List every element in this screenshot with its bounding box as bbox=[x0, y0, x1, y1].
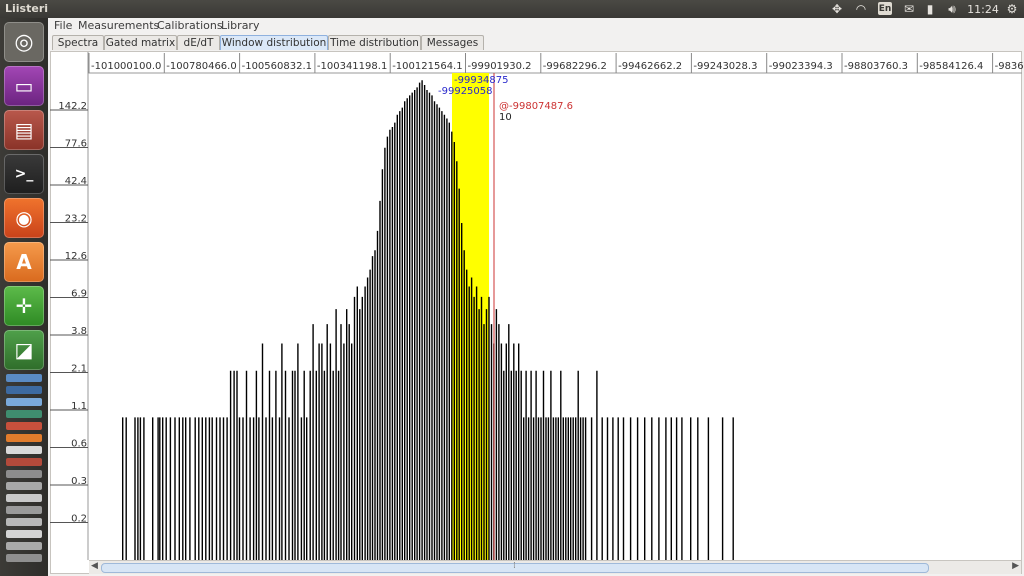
cursor-label: @-99807487.6 bbox=[499, 101, 573, 112]
x-tick-label: -98803760.3 bbox=[844, 61, 908, 72]
window-distribution-chart[interactable]: -101000100.0 -100780466.0 -100560832.1 -100… bbox=[0, 0, 1024, 576]
y-tick-label: 12.6 bbox=[65, 251, 87, 262]
x-tick-label: -9836 bbox=[995, 61, 1024, 72]
x-tick-label: -99462662.2 bbox=[618, 61, 682, 72]
y-tick-label: 23.2 bbox=[65, 214, 87, 225]
y-tick-label: 1.1 bbox=[71, 401, 87, 412]
y-tick-label: 0.6 bbox=[71, 439, 87, 450]
x-tick-label: -100341198.1 bbox=[317, 61, 387, 72]
y-tick-label: 2.1 bbox=[71, 364, 87, 375]
scrollbar-grip: ⁞ bbox=[513, 561, 516, 571]
x-tick-label: -100780466.0 bbox=[166, 61, 236, 72]
scroll-left-arrow[interactable]: ◀ bbox=[91, 561, 98, 571]
x-tick-label: -100560832.1 bbox=[242, 61, 312, 72]
peak-annotation: -99934875 bbox=[454, 75, 509, 86]
scroll-right-arrow[interactable]: ▶ bbox=[1012, 561, 1019, 571]
horizontal-scrollbar[interactable]: ◀ ⁞ ▶ bbox=[89, 560, 1021, 574]
peak-annotation-secondary: -99925058 bbox=[438, 86, 493, 97]
x-tick-label: -99023394.3 bbox=[769, 61, 833, 72]
y-tick-label: 142.2 bbox=[58, 101, 87, 112]
x-tick-label: -100121564.1 bbox=[392, 61, 462, 72]
y-tick-label: 6.9 bbox=[71, 289, 87, 300]
cursor-value: 10 bbox=[499, 112, 512, 123]
y-tick-label: 42.4 bbox=[65, 176, 87, 187]
x-tick-label: -101000100.0 bbox=[91, 61, 161, 72]
y-tick-label: 3.8 bbox=[71, 326, 87, 337]
y-tick-label: 0.2 bbox=[71, 514, 87, 525]
x-tick-label: -98584126.4 bbox=[919, 61, 983, 72]
x-tick-label: -99901930.2 bbox=[468, 61, 532, 72]
x-tick-label: -99682296.2 bbox=[543, 61, 607, 72]
y-tick-label: 77.6 bbox=[65, 139, 87, 150]
x-tick-label: -99243028.3 bbox=[693, 61, 757, 72]
y-tick-label: 0.3 bbox=[71, 476, 87, 487]
